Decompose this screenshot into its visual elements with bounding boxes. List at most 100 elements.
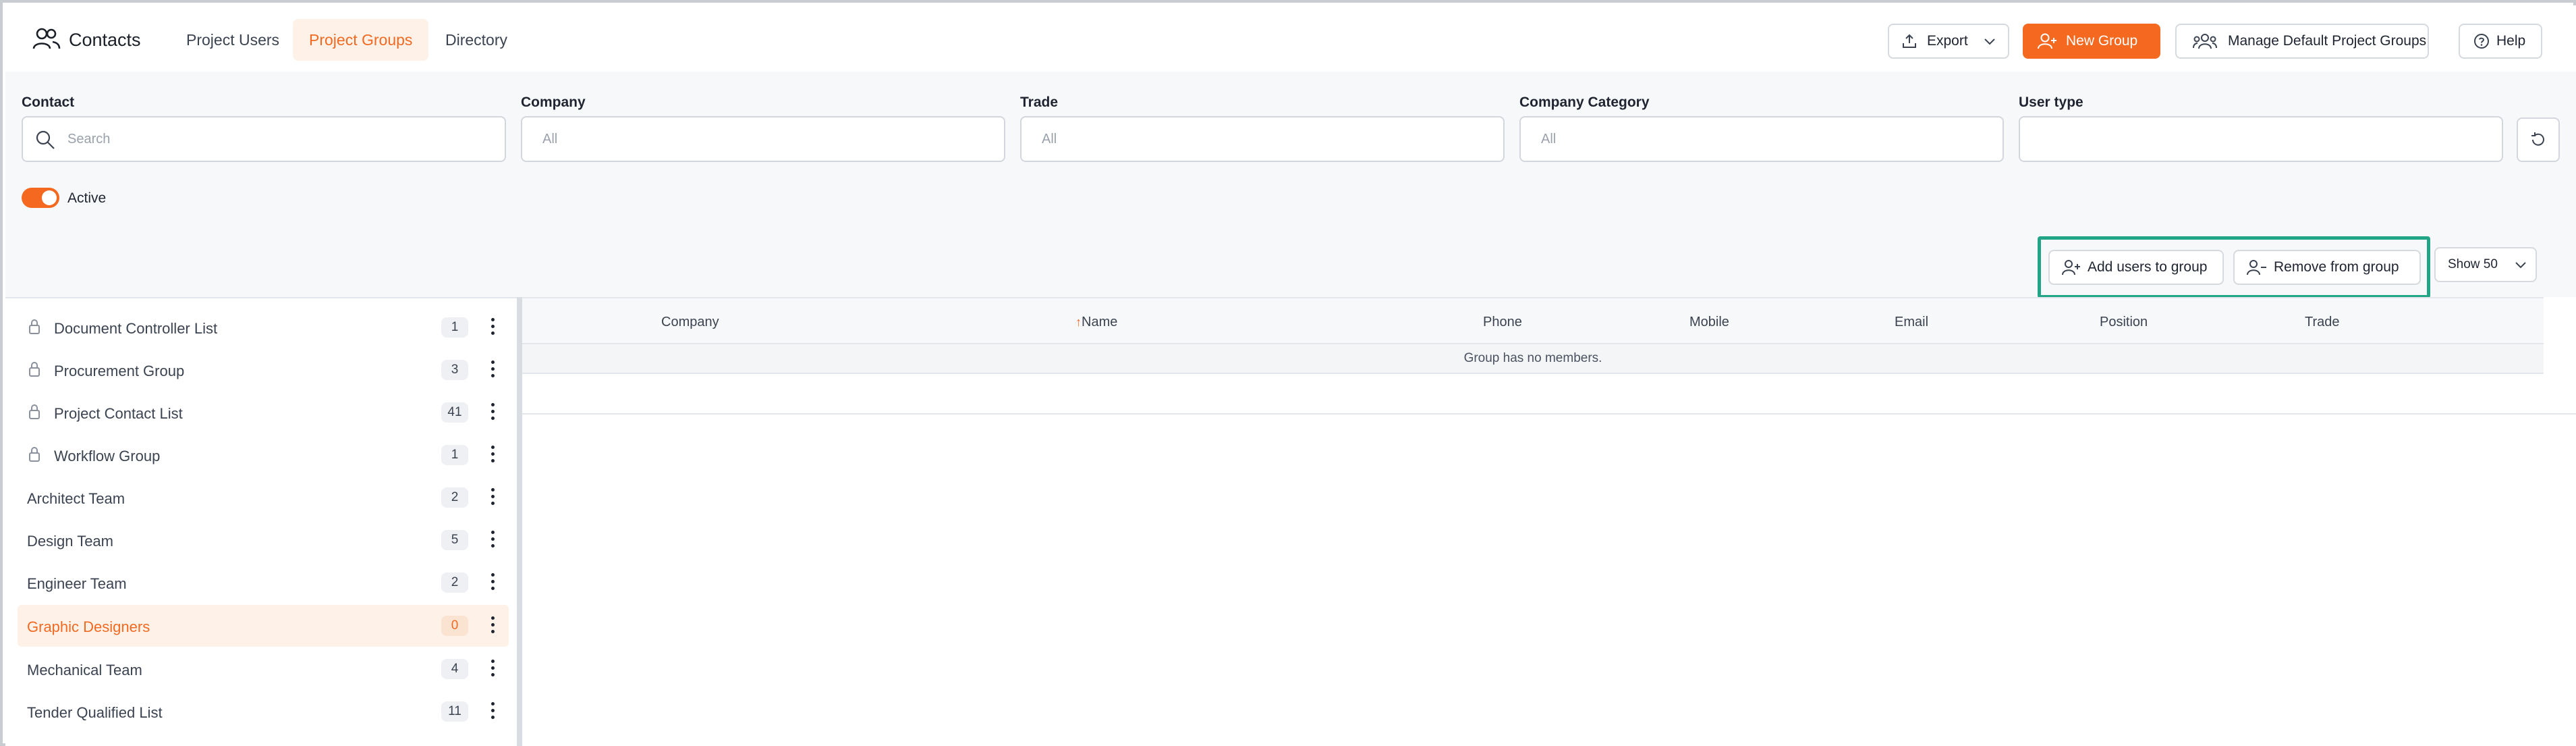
- trade-filter-select[interactable]: All: [1020, 116, 1505, 162]
- member-count-badge: 2: [441, 487, 468, 508]
- remove-from-group-label: Remove from group: [2274, 259, 2399, 275]
- more-options-icon[interactable]: [488, 444, 497, 467]
- help-icon: [2474, 34, 2489, 49]
- remove-user-icon: [2247, 260, 2266, 275]
- upload-icon: [1903, 34, 1916, 48]
- group-name: Project Contact List: [54, 405, 183, 422]
- group-name: Tender Qualified List: [27, 704, 163, 721]
- more-options-icon[interactable]: [488, 316, 497, 339]
- company-filter-select[interactable]: All: [521, 116, 1005, 162]
- tab-directory[interactable]: Directory: [429, 19, 524, 61]
- search-icon: [36, 130, 55, 149]
- help-button[interactable]: Help: [2459, 24, 2542, 59]
- member-count-badge: 1: [441, 317, 468, 338]
- column-header-trade[interactable]: Trade: [2305, 315, 2340, 330]
- group-item[interactable]: Project Contact List 41: [18, 392, 509, 433]
- user-type-filter-label: User type: [2019, 95, 2083, 110]
- table-divider: [522, 413, 2576, 415]
- add-user-icon: [2062, 260, 2080, 275]
- manage-default-groups-button[interactable]: Manage Default Project Groups: [2175, 24, 2429, 59]
- company-category-filter-label: Company Category: [1519, 95, 1650, 110]
- app-window: Contacts Project Users Project Groups Di…: [0, 0, 2576, 746]
- more-options-icon[interactable]: [488, 358, 497, 381]
- add-users-to-group-button[interactable]: Add users to group: [2048, 250, 2224, 285]
- page-size-label: Show 50: [2448, 257, 2498, 271]
- group-name: Graphic Designers: [27, 618, 150, 635]
- tab-project-groups[interactable]: Project Groups: [293, 19, 429, 61]
- export-button[interactable]: Export: [1888, 24, 2009, 59]
- column-header-mobile[interactable]: Mobile: [1689, 315, 1729, 330]
- member-count-badge: 4: [441, 659, 468, 679]
- active-toggle[interactable]: [22, 188, 59, 208]
- page-size-select[interactable]: Show 50: [2434, 247, 2537, 282]
- panel-resize-handle[interactable]: [517, 297, 522, 746]
- search-placeholder: Search: [67, 132, 111, 146]
- member-count-badge: 2: [441, 572, 468, 593]
- group-name: Engineer Team: [27, 575, 127, 592]
- lock-icon: [29, 319, 40, 334]
- group-name: Mechanical Team: [27, 662, 142, 678]
- lock-icon: [29, 447, 40, 462]
- top-header: Contacts Project Users Project Groups Di…: [5, 5, 2576, 72]
- group-item[interactable]: Document Controller List 1: [18, 307, 509, 348]
- member-count-badge: 3: [441, 360, 468, 380]
- tab-project-users[interactable]: Project Users: [170, 19, 296, 61]
- active-toggle-label: Active: [67, 190, 107, 206]
- more-options-icon[interactable]: [488, 700, 497, 723]
- help-label: Help: [2496, 33, 2526, 49]
- sort-ascending-icon: ↑: [1075, 315, 1082, 329]
- more-options-icon[interactable]: [488, 529, 497, 552]
- member-count-badge: 5: [441, 530, 468, 550]
- group-name: Workflow Group: [54, 448, 161, 464]
- column-header-company[interactable]: Company: [661, 315, 719, 330]
- export-label: Export: [1927, 33, 1968, 49]
- lock-icon: [29, 362, 40, 377]
- group-name: Procurement Group: [54, 363, 185, 379]
- manage-label: Manage Default Project Groups: [2228, 33, 2427, 49]
- company-filter-label: Company: [521, 95, 586, 110]
- empty-state-message: Group has no members.: [522, 344, 2544, 374]
- user-type-filter-select[interactable]: [2019, 116, 2503, 162]
- group-item[interactable]: Mechanical Team 4: [18, 648, 509, 690]
- group-item-selected[interactable]: Graphic Designers 0: [18, 605, 509, 647]
- users-group-icon: [2193, 34, 2217, 49]
- group-name: Architect Team: [27, 490, 125, 507]
- column-header-phone[interactable]: Phone: [1483, 315, 1522, 330]
- page-title: Contacts: [69, 30, 141, 50]
- more-options-icon[interactable]: [488, 486, 497, 509]
- group-name: Document Controller List: [54, 320, 218, 337]
- refresh-icon: [2531, 132, 2544, 146]
- new-group-button[interactable]: New Group: [2023, 24, 2160, 59]
- column-header-position[interactable]: Position: [2100, 315, 2148, 330]
- group-item[interactable]: Engineer Team 2: [18, 562, 509, 604]
- group-item[interactable]: Tender Qualified List 11: [18, 691, 509, 732]
- column-header-name-label: Name: [1082, 315, 1118, 329]
- company-category-filter-select[interactable]: All: [1519, 116, 2004, 162]
- member-count-badge: 1: [441, 445, 468, 465]
- member-count-badge: 0: [441, 616, 468, 636]
- group-name: Design Team: [27, 533, 113, 550]
- add-users-label: Add users to group: [2088, 259, 2208, 275]
- contact-search-input[interactable]: Search: [22, 116, 506, 162]
- new-group-label: New Group: [2066, 33, 2138, 49]
- chevron-down-icon: [1984, 38, 1995, 45]
- contact-filter-label: Contact: [22, 95, 75, 110]
- reset-filters-button[interactable]: [2517, 117, 2560, 162]
- more-options-icon[interactable]: [488, 401, 497, 424]
- more-options-icon[interactable]: [488, 614, 497, 637]
- group-item[interactable]: Design Team 5: [18, 519, 509, 561]
- group-item[interactable]: Architect Team 2: [18, 477, 509, 518]
- group-item[interactable]: Procurement Group 3: [18, 349, 509, 391]
- contacts-icon: [32, 28, 61, 49]
- remove-from-group-button[interactable]: Remove from group: [2233, 250, 2421, 285]
- group-list: Document Controller List 1 Procurement G…: [5, 297, 520, 746]
- more-options-icon[interactable]: [488, 658, 497, 681]
- member-count-badge: 11: [441, 701, 468, 722]
- add-user-icon: [2038, 33, 2056, 49]
- column-header-email[interactable]: Email: [1895, 315, 1928, 330]
- filter-panel: Contact Search Company All Trade All Com…: [5, 72, 2576, 236]
- more-options-icon[interactable]: [488, 571, 497, 594]
- column-header-name[interactable]: ↑Name: [1075, 315, 1117, 330]
- group-item[interactable]: Workflow Group 1: [18, 434, 509, 476]
- toggle-knob: [42, 190, 57, 205]
